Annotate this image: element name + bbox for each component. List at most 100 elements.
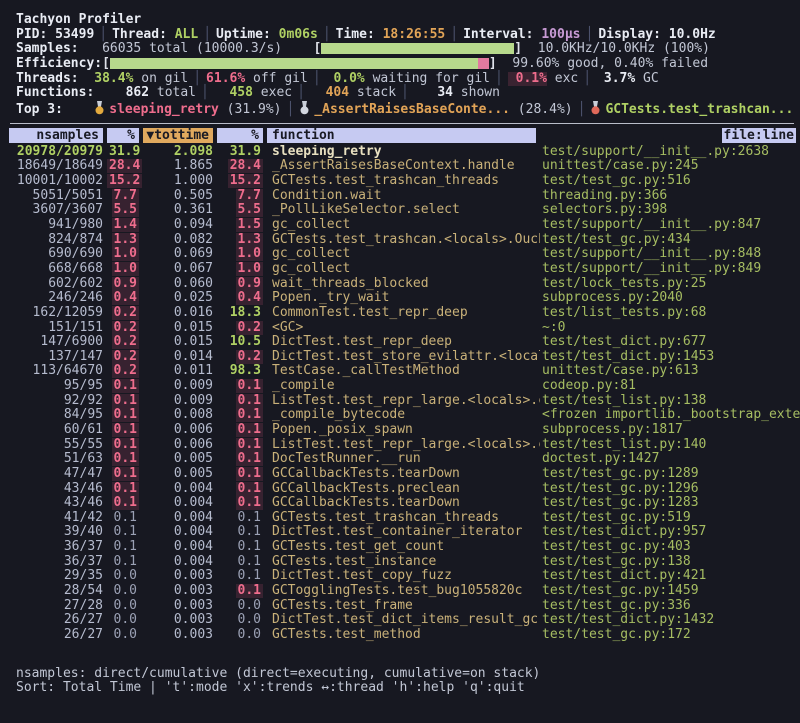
cell-fileline: threading.py:366 (540, 189, 800, 204)
table-row[interactable]: 36/370.10.0040.1GCTests.test_get_countte… (9, 540, 800, 555)
gold-medal-icon (94, 101, 105, 115)
cell-cumulative-pct: 1.3 (217, 233, 267, 248)
cell-cumulative-pct: 0.4 (217, 291, 267, 306)
table-row[interactable]: 27/280.00.0030.0GCTests.test_frametest/t… (9, 599, 800, 614)
col-header-direct-pct[interactable]: % (107, 128, 143, 143)
cell-fileline: subprocess.py:2040 (540, 291, 800, 306)
cell-fileline: unittest/case.py:613 (540, 364, 800, 379)
cell-cumulative-pct: 0.0 (217, 628, 267, 643)
cell-tottime: 0.003 (143, 628, 217, 643)
cell-tottime: 0.094 (143, 218, 217, 233)
cell-function: GCTests.test_trashcan_threads (267, 174, 540, 189)
table-row[interactable]: 147/69000.20.01510.5DictTest.test_repr_d… (9, 335, 800, 350)
samples-label: Samples: (16, 41, 79, 56)
col-header-cumulative-pct[interactable]: % (217, 128, 267, 143)
status-value: 18:26:55 (383, 27, 446, 42)
cell-tottime: 0.069 (143, 247, 217, 262)
cell-nsamples: 147/6900 (9, 335, 107, 350)
table-row[interactable]: 43/460.10.0040.1GCCallbackTests.tearDown… (9, 496, 800, 511)
col-header-function[interactable]: function (267, 128, 540, 143)
cell-direct-pct: 31.9 (107, 145, 143, 160)
table-row[interactable]: 941/9801.40.0941.5gc_collecttest/support… (9, 218, 800, 233)
cell-tottime: 0.505 (143, 189, 217, 204)
functions-text: stack (349, 85, 396, 100)
table-row[interactable]: 47/470.10.0050.1GCCallbackTests.tearDown… (9, 467, 800, 482)
table-row[interactable]: 92/920.10.0090.1ListTest.test_repr_large… (9, 394, 800, 409)
table-row[interactable]: 151/1510.20.0150.2<GC>~:0 (9, 321, 800, 336)
cell-nsamples: 137/147 (9, 350, 107, 365)
table-row[interactable]: 55/550.10.0060.1ListTest.test_repr_large… (9, 438, 800, 453)
cell-cumulative-pct: 0.1 (217, 452, 267, 467)
cell-nsamples: 39/40 (9, 525, 107, 540)
status-value: 53499 (55, 27, 94, 42)
cell-function: GCTests.test_frame (267, 599, 540, 614)
table-row[interactable]: 10001/1000215.21.00015.2GCTests.test_tra… (9, 174, 800, 189)
cell-tottime: 0.003 (143, 613, 217, 628)
table-row[interactable]: 690/6901.00.0691.0gc_collecttest/support… (9, 247, 800, 262)
header-divider (10, 123, 794, 124)
table-row[interactable]: 41/420.10.0040.1GCTests.test_trashcan_th… (9, 511, 800, 526)
table-row[interactable]: 137/1470.20.0140.2DictTest.test_store_ev… (9, 350, 800, 365)
cell-direct-pct: 1.3 (107, 233, 143, 248)
table-row[interactable]: 824/8741.30.0821.3GCTests.test_trashcan.… (9, 233, 800, 248)
cell-direct-pct: 0.1 (107, 452, 143, 467)
functions-value: 404 (310, 86, 349, 101)
table-row[interactable]: 26/270.00.0030.0GCTests.test_methodtest/… (9, 628, 800, 643)
cell-direct-pct: 0.0 (107, 599, 143, 614)
cell-function: wait_threads_blocked (267, 277, 540, 292)
cell-cumulative-pct: 31.9 (217, 145, 267, 160)
table-row[interactable]: 26/270.00.0030.0DictTest.test_dict_items… (9, 613, 800, 628)
cell-function: GCTests.test_trashcan_threads (267, 511, 540, 526)
cell-fileline: test/list_tests.py:68 (540, 306, 800, 321)
cell-direct-pct: 0.1 (107, 525, 143, 540)
threads-text: exc (547, 71, 578, 86)
col-header-fileline[interactable]: file:line (540, 128, 800, 143)
cell-fileline: test/test_list.py:140 (540, 438, 800, 453)
table-row[interactable]: 95/950.10.0090.1_compilecodeop.py:81 (9, 379, 800, 394)
cell-tottime: 2.098 (143, 145, 217, 160)
table-row[interactable]: 39/400.10.0040.1DictTest.test_container_… (9, 525, 800, 540)
cell-function: _AssertRaisesBaseContext.handle (267, 159, 540, 174)
cell-function: ListTest.test_repr_large.<locals>.check (267, 394, 540, 409)
efficiency-bar-open: [ (102, 56, 110, 71)
separator: │ (188, 71, 206, 86)
status-label: Thread: (112, 27, 175, 42)
cell-direct-pct: 1.4 (107, 218, 143, 233)
table-row[interactable]: 28/540.00.0030.1GCTogglingTests.test_bug… (9, 584, 800, 599)
cell-fileline: test/test_gc.py:403 (540, 540, 800, 555)
cell-tottime: 0.006 (143, 438, 217, 453)
table-row[interactable]: 3607/36075.50.3615.5_PollLikeSelector.se… (9, 203, 800, 218)
table-row[interactable]: 602/6020.90.0600.9wait_threads_blockedte… (9, 277, 800, 292)
table-row[interactable]: 5051/50517.70.5057.7Condition.waitthread… (9, 189, 800, 204)
table-row[interactable]: 18649/1864928.41.86528.4_AssertRaisesBas… (9, 159, 800, 174)
cell-tottime: 0.004 (143, 511, 217, 526)
table-row[interactable]: 20978/2097931.92.09831.9sleeping_retryte… (9, 145, 800, 160)
table-row[interactable]: 246/2460.40.0250.4Popen._try_waitsubproc… (9, 291, 800, 306)
col-header-tottime-sorted[interactable]: ▼tottime (143, 128, 217, 143)
samples-line: Samples: 66035 total (10000.3/s) [] 10.0… (16, 42, 800, 57)
table-row[interactable]: 84/950.10.0080.1_compile_bytecode<frozen… (9, 408, 800, 423)
cell-tottime: 0.004 (143, 555, 217, 570)
table-row[interactable]: 162/120590.20.01618.3CommonTest.test_rep… (9, 306, 800, 321)
separator: │ (578, 71, 596, 86)
table-row[interactable]: 668/6681.00.0671.0gc_collecttest/support… (9, 262, 800, 277)
footer: nsamples: direct/cumulative (direct=exec… (16, 667, 800, 696)
table-row[interactable]: 113/646700.20.01198.3TestCase._callTestM… (9, 364, 800, 379)
cell-cumulative-pct: 0.1 (217, 569, 267, 584)
cell-tottime: 0.016 (143, 306, 217, 321)
table-row[interactable]: 29/350.00.0030.1DictTest.test_copy_fuzzt… (9, 569, 800, 584)
cell-function: DictTest.test_repr_deep (267, 335, 540, 350)
cell-function: _compile_bytecode (267, 408, 540, 423)
table-row[interactable]: 60/610.10.0060.1Popen._posix_spawnsubpro… (9, 423, 800, 438)
cell-direct-pct: 1.0 (107, 247, 143, 262)
cell-nsamples: 113/64670 (9, 364, 107, 379)
col-header-nsamples[interactable]: nsamples (9, 128, 107, 143)
table-row[interactable]: 36/370.10.0040.1GCTests.test_instancetes… (9, 555, 800, 570)
cell-nsamples: 29/35 (9, 569, 107, 584)
table-row[interactable]: 51/630.10.0050.1DocTestRunner.__rundocte… (9, 452, 800, 467)
cell-function: GCTogglingTests.test_bug1055820c (267, 584, 540, 599)
separator: │ (396, 85, 414, 100)
table-row[interactable]: 43/460.10.0040.1GCCallbackTests.preclean… (9, 482, 800, 497)
cell-function: DictTest.test_store_evilattr.<locals... (267, 350, 540, 365)
cell-fileline: test/test_dict.py:957 (540, 525, 800, 540)
